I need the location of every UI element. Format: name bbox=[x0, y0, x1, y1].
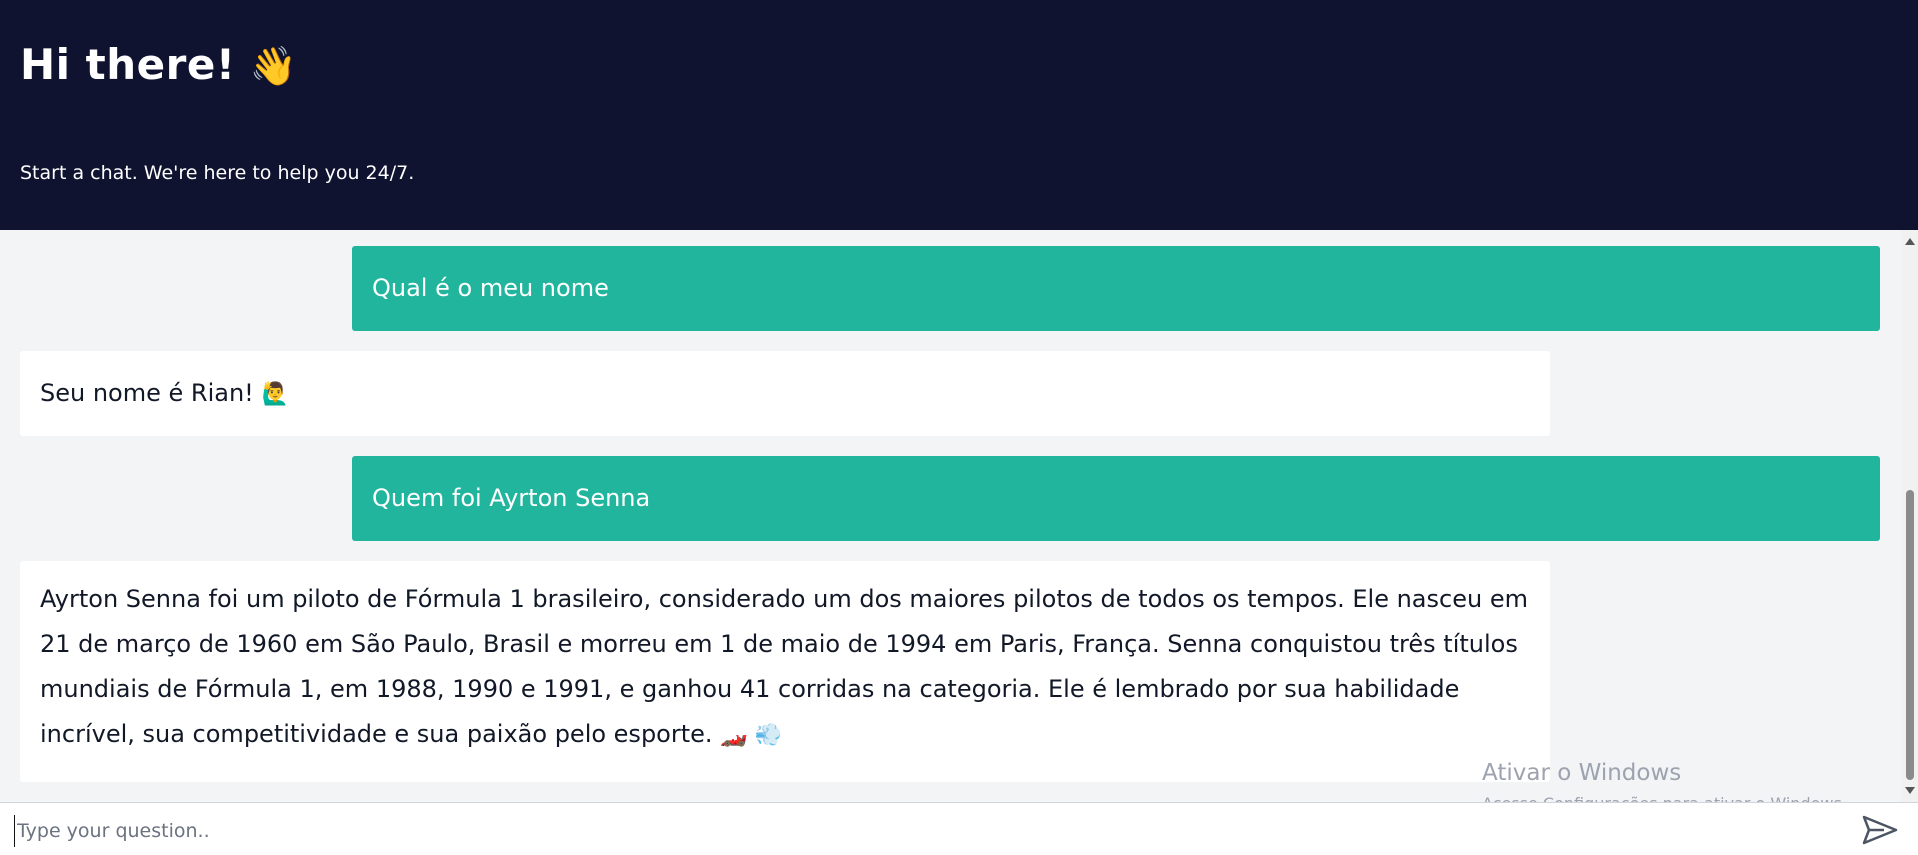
header-subtitle: Start a chat. We're here to help you 24/… bbox=[20, 162, 415, 184]
waving-hand-emoji: 👋 bbox=[249, 44, 298, 88]
scroll-up-arrow-icon[interactable] bbox=[1905, 238, 1915, 245]
message-text: Seu nome é Rian! bbox=[40, 379, 254, 407]
message-list: Qual é o meu nome Seu nome é Rian! 🙋‍♂️ … bbox=[0, 230, 1918, 802]
bot-message: Seu nome é Rian! 🙋‍♂️ bbox=[20, 351, 1550, 436]
header-title: Hi there! 👋 bbox=[20, 40, 297, 89]
chat-input-bar bbox=[0, 802, 1918, 855]
scroll-down-arrow-icon[interactable] bbox=[1905, 787, 1915, 794]
chat-header: Hi there! 👋 Start a chat. We're here to h… bbox=[0, 0, 1918, 230]
send-button[interactable] bbox=[1860, 813, 1900, 847]
chat-scrollbar[interactable] bbox=[1902, 230, 1918, 802]
person-raising-hand-emoji: 🙋‍♂️ bbox=[261, 382, 289, 407]
header-title-text: Hi there! bbox=[20, 40, 236, 89]
scroll-thumb[interactable] bbox=[1906, 490, 1914, 780]
user-message: Qual é o meu nome bbox=[352, 246, 1880, 331]
message-text: Quem foi Ayrton Senna bbox=[372, 484, 651, 512]
question-input[interactable] bbox=[14, 815, 1839, 847]
bot-message: Ayrton Senna foi um piloto de Fórmula 1 … bbox=[20, 561, 1550, 782]
send-icon bbox=[1862, 815, 1898, 845]
message-text: Ayrton Senna foi um piloto de Fórmula 1 … bbox=[40, 585, 1528, 748]
user-message: Quem foi Ayrton Senna bbox=[352, 456, 1880, 541]
race-car-emoji: 🏎️ 💨 bbox=[720, 723, 782, 748]
message-text: Qual é o meu nome bbox=[372, 274, 609, 302]
